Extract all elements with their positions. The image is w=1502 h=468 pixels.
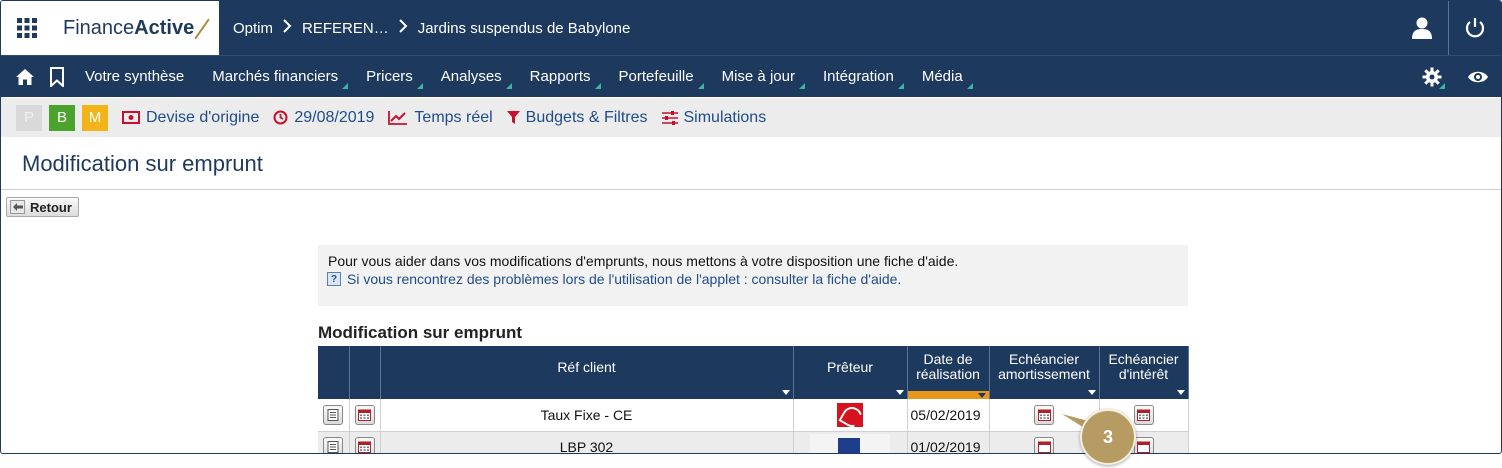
cell-date: 05/02/2019 [907,399,990,432]
calendar-icon[interactable] [354,404,375,425]
header-action-2 [349,346,381,399]
interet-calendar-icon[interactable] [1133,437,1154,453]
step-marker-badge: 3 [1080,409,1136,465]
nav-analyses[interactable]: Analyses [441,68,512,89]
top-bar: Finance Active Optim REFEREN… Jardins sus… [1,1,1501,55]
help-text: Pour vous aider dans vos modifications d… [328,253,959,269]
header-date-realisation[interactable]: Date de réalisation [907,346,990,399]
banknote-icon [122,111,140,124]
chevron-right-icon [398,18,408,38]
divider [1,189,1501,190]
interet-calendar-icon[interactable] [1133,404,1154,425]
page-title: Modification sur emprunt [22,151,263,176]
toolbar: P B M Devise d'origine 29/08/2019 Temps … [1,98,1501,137]
help-icon: ? [327,272,341,286]
table-row: Taux Fixe - CE 05/02/2019 [318,399,1189,432]
sort-icon [1087,390,1096,395]
user-icon[interactable] [1396,1,1448,55]
eye-icon[interactable] [1455,56,1501,98]
la-banque-postale-logo [810,434,890,453]
calendar-icon[interactable] [354,437,375,453]
edit-document-icon[interactable] [323,437,344,453]
sort-icon [781,390,790,395]
nav-mise-a-jour[interactable]: Mise à jour [722,68,805,89]
date-button[interactable]: 29/08/2019 [273,109,374,127]
nav-portefeuille[interactable]: Portefeuille [619,68,704,89]
arrow-left-icon [10,200,25,214]
header-preteur[interactable]: Prêteur [793,346,908,399]
cell-ref-client: LBP 302 [380,431,794,453]
clock-icon [273,110,288,125]
header-echeancier-interet[interactable]: Echéancier d'intérêt [1099,346,1189,399]
cell-ref-client: Taux Fixe - CE [380,399,794,432]
nav-integration[interactable]: Intégration [823,68,904,89]
cell-date: 01/02/2019 [907,431,990,453]
apps-grid-icon[interactable] [1,1,53,55]
mode-b-button[interactable]: B [49,104,75,131]
amortissement-calendar-icon[interactable] [1034,404,1054,425]
nav-marches-financiers[interactable]: Marchés financiers [212,68,349,89]
chevron-right-icon [283,18,292,38]
table-header-row: Réf client Prêteur Date de réalisation Ec… [318,346,1189,399]
sliders-icon [661,110,678,125]
help-box: Pour vous aider dans vos modifications d… [318,245,1188,306]
nav-media[interactable]: Média [922,68,973,89]
nav-pricers[interactable]: Pricers [366,68,423,89]
help-link[interactable]: ? Si vous rencontrez des problèmes lors … [327,271,1178,287]
budgets-filtres-button[interactable]: Budgets & Filtres [506,109,648,127]
simulations-button[interactable]: Simulations [661,109,766,127]
main-nav: Votre synthèse Marchés financiers Pricer… [1,55,1501,97]
header-ref-client[interactable]: Réf client [380,346,794,399]
breadcrumb-item-reference[interactable]: REFEREN… [302,20,389,37]
power-icon[interactable] [1449,1,1501,55]
breadcrumb: Optim REFEREN… Jardins suspendus de Baby… [233,1,630,55]
nav-rapports[interactable]: Rapports [530,68,601,89]
sort-icon [895,390,904,395]
temps-reel-button[interactable]: Temps réel [388,109,493,127]
table-row: LBP 302 01/02/2019 [318,431,1189,453]
mode-m-button[interactable]: M [82,104,108,131]
edit-document-icon[interactable] [323,404,344,425]
breadcrumb-item-optim[interactable]: Optim [233,20,273,37]
caisse-epargne-logo [837,402,863,427]
loans-table: Réf client Prêteur Date de réalisation Ec… [318,346,1189,453]
back-button[interactable]: Retour [6,197,79,217]
header-action-1 [318,346,350,399]
nav-votre-synthese[interactable]: Votre synthèse [85,68,192,85]
mode-p-button[interactable]: P [16,104,42,131]
header-echeancier-amortissement[interactable]: Echéancier amortissement [989,346,1100,399]
sort-icon [977,393,986,398]
breadcrumb-item-current: Jardins suspendus de Babylone [417,19,631,37]
section-title: Modification sur emprunt [318,323,522,342]
amortissement-calendar-icon[interactable] [1034,437,1054,453]
financeactive-logo[interactable]: Finance Active [53,1,219,55]
sort-icon [1176,390,1185,395]
filter-icon [506,110,520,124]
bookmark-icon[interactable] [41,56,73,98]
devise-origine-button[interactable]: Devise d'origine [122,109,259,127]
home-icon[interactable] [9,56,41,98]
app-frame: Finance Active Optim REFEREN… Jardins sus… [0,0,1502,454]
gear-icon[interactable] [1409,56,1455,98]
line-chart-icon [388,111,408,125]
